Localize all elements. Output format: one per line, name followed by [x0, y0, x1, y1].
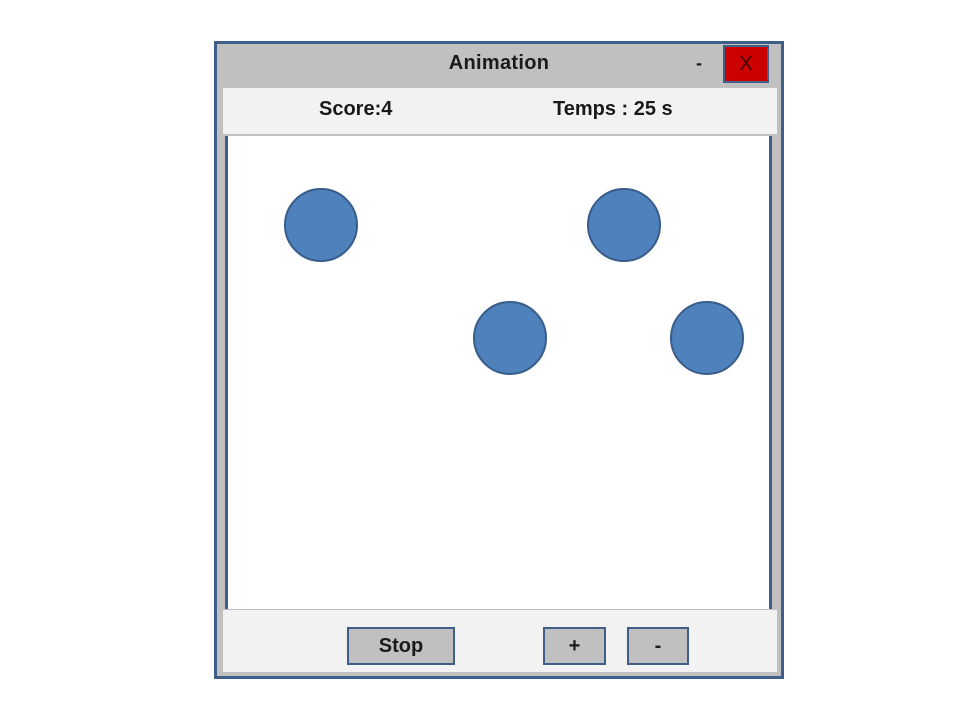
time-label: Temps : 25 s	[553, 98, 673, 120]
info-bar: Score:4 Temps : 25 s	[223, 88, 777, 134]
title-bar[interactable]: Animation - X	[217, 44, 781, 85]
minimize-button[interactable]: -	[689, 50, 709, 76]
score-label: Score:4	[319, 98, 393, 120]
animation-canvas[interactable]	[225, 136, 772, 609]
animation-window: Animation - X Score:4 Temps : 25 s Stop …	[214, 41, 784, 679]
ball[interactable]	[284, 188, 358, 262]
ball[interactable]	[473, 301, 547, 375]
speed-up-button[interactable]: +	[543, 627, 606, 665]
control-bar: Stop + -	[223, 610, 777, 672]
stop-button[interactable]: Stop	[347, 627, 455, 665]
ball[interactable]	[587, 188, 661, 262]
speed-down-button[interactable]: -	[627, 627, 689, 665]
ball[interactable]	[670, 301, 744, 375]
close-button[interactable]: X	[723, 45, 769, 83]
